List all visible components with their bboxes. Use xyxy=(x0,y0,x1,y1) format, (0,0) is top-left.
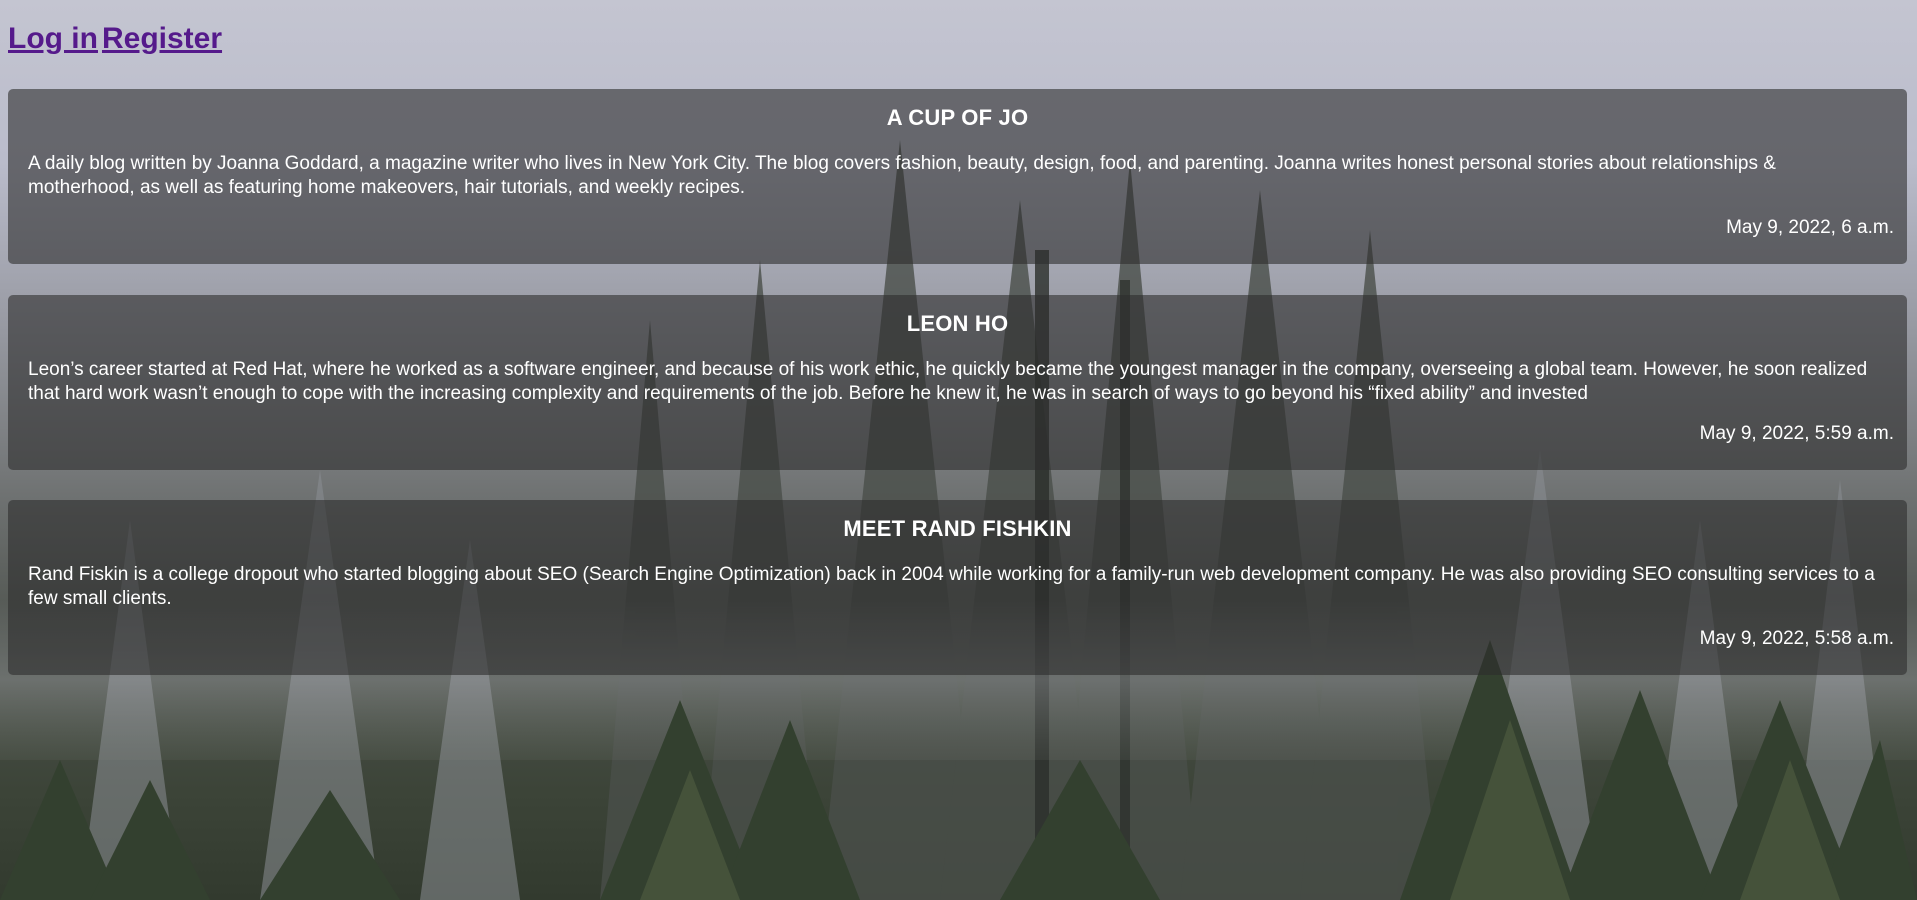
post-card[interactable]: MEET RAND FISHKIN Rand Fiskin is a colle… xyxy=(8,500,1907,675)
login-link[interactable]: Log in xyxy=(8,22,98,55)
post-date: May 9, 2022, 5:59 a.m. xyxy=(1699,423,1894,444)
post-date: May 9, 2022, 6 a.m. xyxy=(1726,217,1894,238)
post-date: May 9, 2022, 5:58 a.m. xyxy=(1699,628,1894,649)
post-card[interactable]: LEON HO Leon’s career started at Red Hat… xyxy=(8,295,1907,470)
post-excerpt: A daily blog written by Joanna Goddard, … xyxy=(28,153,1776,198)
post-excerpt: Leon’s career started at Red Hat, where … xyxy=(28,359,1868,404)
post-card[interactable]: A CUP OF JO A daily blog written by Joan… xyxy=(8,89,1907,264)
post-title[interactable]: LEON HO xyxy=(8,311,1907,337)
auth-nav: Log in Register xyxy=(8,22,226,56)
post-excerpt: Rand Fiskin is a college dropout who sta… xyxy=(28,564,1875,609)
post-title[interactable]: MEET RAND FISHKIN xyxy=(8,516,1907,542)
post-title[interactable]: A CUP OF JO xyxy=(8,105,1907,131)
register-link[interactable]: Register xyxy=(102,22,222,55)
